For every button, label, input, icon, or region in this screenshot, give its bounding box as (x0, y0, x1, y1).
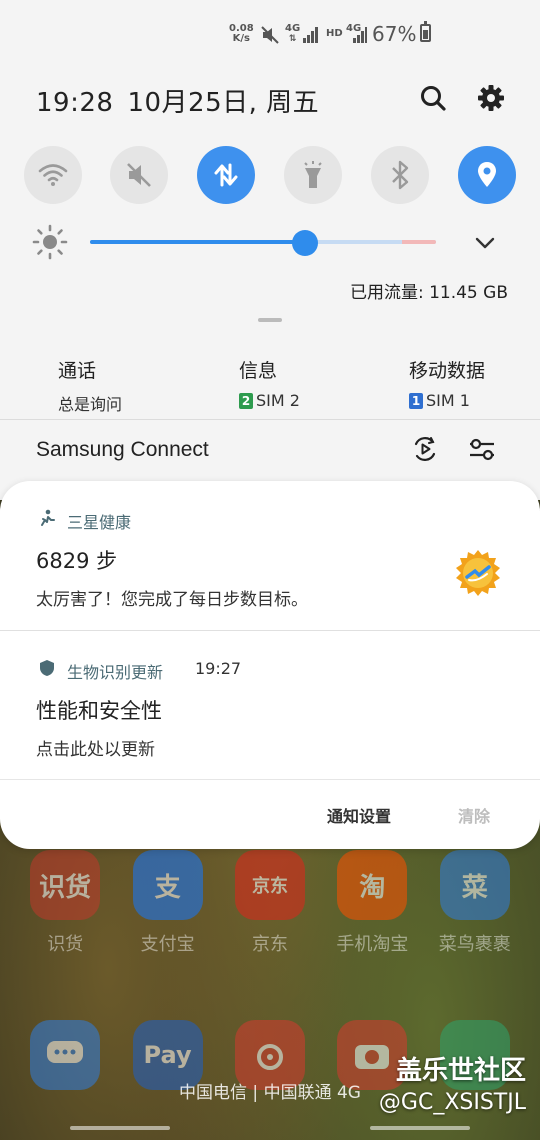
notification-shade: 0.08 K/s 4G ⇅ HD 4G 67% 19:28 10月25日, 周五 (0, 0, 540, 500)
clear-notifications-button[interactable]: 清除 (458, 803, 490, 827)
app-label: 菜鸟裹裹 (438, 934, 511, 955)
qs-bluetooth-toggle[interactable] (371, 146, 429, 204)
cainiao-app-icon: 菜 (439, 850, 510, 920)
chevron-down-icon[interactable] (472, 230, 498, 256)
network-type-1: 4G (285, 23, 301, 34)
nav-bar-left[interactable] (70, 1126, 170, 1130)
signal-bars-icon (303, 27, 318, 43)
data-arrows-icon: ⇅ (288, 34, 297, 44)
running-person-icon (41, 509, 55, 526)
flashlight-icon (304, 161, 322, 188)
app-label: 手机淘宝 (336, 934, 409, 955)
search-icon (421, 86, 446, 111)
notification-settings-button[interactable]: 通知设置 (327, 803, 391, 827)
sim-mobile-data-title: 移动数据 (409, 360, 486, 382)
brightness-slider-overheat (402, 240, 436, 244)
app-shihuo[interactable]: 识货 识货 (20, 850, 110, 956)
notification-title: 性能和安全性 (36, 699, 162, 723)
data-usage-label: 已用流量: 11.45 GB (349, 283, 508, 303)
header-time: 19:28 (36, 88, 114, 118)
app-label: 京东 (251, 934, 288, 955)
taobao-app-icon: 淘 (337, 850, 408, 920)
qs-sound-toggle[interactable] (110, 146, 168, 204)
shield-icon (40, 660, 54, 676)
notification-card: 三星健康 6829 步 太厉害了！您完成了每日步数目标。 生物识别更新 19:2… (0, 481, 540, 849)
sim-mobile-data[interactable]: 移动数据 1 SIM 1 (409, 356, 485, 410)
mute-icon (127, 163, 151, 187)
goal-badge-icon (456, 550, 500, 596)
brightness-slider-thumb[interactable] (291, 230, 318, 256)
notification-text: 点击此处以更新 (36, 740, 155, 760)
sim-calls[interactable]: 通话 总是询问 (58, 356, 122, 415)
notification-title: 6829 步 (36, 549, 118, 573)
sim-calls-value: 总是询问 (58, 395, 123, 414)
alipay-app-icon: 支 (132, 850, 203, 920)
signal-bars-2-icon (353, 27, 367, 43)
sim-messages[interactable]: 信息 2 SIM 2 (239, 356, 300, 410)
battery-percent: 67% (372, 22, 417, 46)
qs-wifi-toggle[interactable] (24, 146, 82, 204)
battery-icon (420, 21, 431, 42)
sim-2-badge: 2 (239, 392, 253, 409)
notification-samsung-health[interactable]: 三星健康 6829 步 太厉害了！您完成了每日步数目标。 (0, 481, 540, 630)
app-cainiao[interactable]: 菜 菜鸟裹裹 (430, 850, 520, 956)
location-icon (478, 162, 496, 187)
header-date: 10月25日, 周五 (127, 88, 320, 118)
drag-handle[interactable] (258, 318, 282, 322)
brightness-slider-track[interactable] (90, 240, 436, 244)
search-button[interactable] (415, 80, 451, 116)
qs-flashlight-toggle[interactable] (284, 146, 342, 204)
net-speed-unit: K/s (232, 33, 251, 44)
header-datetime: 19:28 10月25日, 周五 (36, 82, 319, 119)
app-label: 识货 (47, 934, 84, 955)
app-label: 支付宝 (140, 934, 195, 955)
qs-mobile-data-toggle[interactable] (197, 146, 255, 204)
notification-app-name: 生物识别更新 (67, 663, 164, 682)
samsung-connect-title: Samsung Connect (36, 438, 209, 461)
shihuo-app-icon: 识货 (30, 850, 101, 920)
data-transfer-icon (214, 163, 238, 187)
mute-status-icon (261, 26, 279, 44)
notification-text: 太厉害了！您完成了每日步数目标。 (36, 590, 308, 610)
divider (0, 779, 540, 780)
sim-messages-title: 信息 (239, 360, 278, 382)
sim-messages-value: SIM 2 (256, 391, 300, 410)
bluetooth-icon (392, 160, 409, 190)
app-taobao[interactable]: 淘 手机淘宝 (327, 850, 417, 956)
app-alipay[interactable]: 支 支付宝 (123, 850, 213, 956)
brightness-icon (32, 224, 68, 260)
gear-icon (478, 85, 504, 111)
jd-app-icon: 京东 (234, 850, 305, 920)
sim-calls-title: 通话 (58, 360, 97, 382)
signal-1: 4G ⇅ (285, 23, 301, 45)
hd-label: HD (326, 28, 343, 39)
app-jd[interactable]: 京东 京东 (225, 850, 315, 956)
divider (0, 419, 540, 420)
home-app-row: 识货 识货 支 支付宝 京东 京东 淘 手机淘宝 菜 菜鸟裹裹 (0, 850, 540, 956)
sim-mobile-data-value: SIM 1 (426, 391, 470, 410)
qs-location-toggle[interactable] (458, 146, 516, 204)
notification-biometrics-update[interactable]: 生物识别更新 19:27 性能和安全性 点击此处以更新 (0, 631, 540, 779)
settings-button[interactable] (473, 80, 509, 116)
watermark-title: 盖乐世社区 (395, 1056, 526, 1086)
wifi-icon (38, 164, 68, 186)
media-output-icon[interactable] (410, 434, 440, 464)
device-control-icon[interactable] (467, 434, 497, 464)
net-speed: 0.08 K/s (229, 24, 254, 44)
notification-time: 19:27 (195, 659, 242, 678)
brightness-slider-fill (90, 240, 305, 244)
nav-bar-right[interactable] (370, 1126, 470, 1130)
sim-1-badge: 1 (409, 392, 423, 409)
watermark-handle: @GC_XSISTJL (378, 1090, 526, 1115)
notification-app-name: 三星健康 (67, 513, 132, 532)
